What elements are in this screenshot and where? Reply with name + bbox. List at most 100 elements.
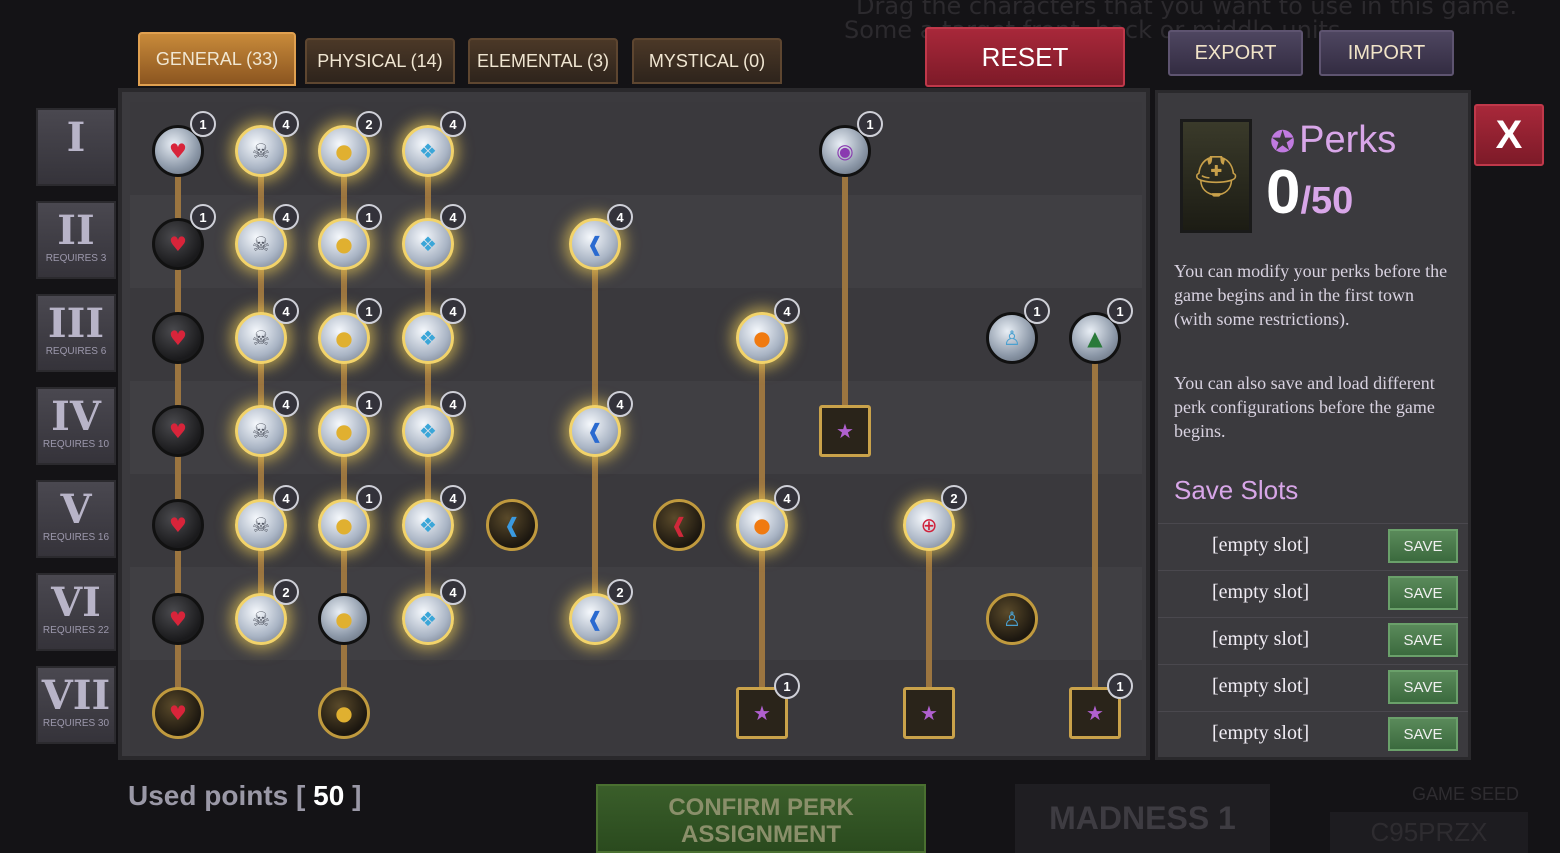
save-slot: [empty slot] SAVE [1158, 711, 1468, 757]
perk-rank-badge: 4 [440, 579, 466, 605]
heart-icon: ♥ [169, 326, 187, 350]
perk-rank-badge: 4 [607, 204, 633, 230]
fire-orb-icon: ● [753, 326, 771, 350]
star-square-icon: ★ [920, 701, 938, 725]
reset-button[interactable]: RESET [925, 27, 1125, 87]
boot-icon: ❰ [586, 419, 604, 443]
game-seed-label: GAME SEED [1412, 784, 1520, 804]
perk-rank-badge: 1 [356, 485, 382, 511]
gold-coins-icon: ● [335, 419, 353, 443]
heart-icon: ♥ [169, 701, 187, 725]
star-square-icon: ★ [1086, 701, 1104, 725]
boot-icon: ❰ [586, 607, 604, 631]
tier-label-1: I [36, 108, 116, 186]
perk-rank-badge: 4 [273, 485, 299, 511]
perk-connector [842, 151, 848, 431]
person-icon: ♙ [1003, 607, 1021, 631]
perk-node-heart[interactable]: ♥ [152, 312, 204, 364]
skull-crossbones-icon: ☠ [252, 419, 270, 443]
perk-node-heart[interactable]: ♥ [152, 499, 204, 551]
save-button[interactable]: SAVE [1388, 623, 1458, 657]
tab-physical[interactable]: PHYSICAL (14) [305, 38, 455, 84]
perks-description-2: You can also save and load different per… [1174, 373, 1435, 441]
skull-crossbones-icon: ☠ [252, 232, 270, 256]
fire-orb-icon: ● [753, 513, 771, 537]
perk-rank-badge: 4 [440, 204, 466, 230]
perk-node-heart[interactable]: ♥ [152, 405, 204, 457]
boot-icon: ❰ [586, 232, 604, 256]
perk-connector [926, 525, 932, 713]
save-button[interactable]: SAVE [1388, 670, 1458, 704]
confirm-perk-assignment-button[interactable]: CONFIRM PERK ASSIGNMENT [596, 784, 926, 853]
eye-icon: ◉ [836, 139, 854, 163]
perk-node-gold-coins[interactable]: ● [318, 687, 370, 739]
gold-coins-icon: ● [335, 701, 353, 725]
perk-rank-badge: 2 [607, 579, 633, 605]
blue-boot-icon: ❰ [503, 513, 521, 537]
heart-icon: ♥ [169, 419, 187, 443]
skull-crossbones-icon: ☠ [252, 513, 270, 537]
gold-coins-icon: ● [335, 326, 353, 350]
gold-coins-icon: ● [335, 513, 353, 537]
skull-crossbones-icon: ☠ [252, 607, 270, 631]
close-button[interactable]: X [1474, 104, 1544, 166]
tab-general[interactable]: GENERAL (33) [138, 32, 296, 86]
perk-rank-badge: 2 [941, 485, 967, 511]
heart-icon: ♥ [169, 513, 187, 537]
perk-connector [1092, 338, 1098, 713]
crystal-icon: ❖ [419, 326, 437, 350]
perk-rank-badge: 4 [607, 391, 633, 417]
tab-elemental[interactable]: ELEMENTAL (3) [468, 38, 618, 84]
knight-portrait: ⛑ [1180, 119, 1252, 233]
gold-coins-icon: ● [335, 607, 353, 631]
save-slot: [empty slot] SAVE [1158, 617, 1468, 663]
save-button[interactable]: SAVE [1388, 529, 1458, 563]
crystal-icon: ❖ [419, 607, 437, 631]
perk-rank-badge: 2 [273, 579, 299, 605]
heart-icon: ♥ [169, 232, 187, 256]
skull-crossbones-icon: ☠ [252, 139, 270, 163]
tab-mystical[interactable]: MYSTICAL (0) [632, 38, 782, 84]
perk-node-red-boot[interactable]: ❰ [653, 499, 705, 551]
perk-node-blue-boot[interactable]: ❰ [486, 499, 538, 551]
perk-node-gold-coins[interactable]: ● [318, 593, 370, 645]
perk-node-person[interactable]: ♙ [986, 593, 1038, 645]
tier-label-7: VII REQUIRES 30 [36, 666, 116, 744]
tier-label-5: V REQUIRES 16 [36, 480, 116, 558]
crystal-icon: ❖ [419, 232, 437, 256]
red-boot-icon: ❰ [670, 513, 688, 537]
perk-node-star-square[interactable]: ★ [819, 405, 871, 457]
perk-rank-badge: 1 [1024, 298, 1050, 324]
save-button[interactable]: SAVE [1388, 717, 1458, 751]
import-button[interactable]: IMPORT [1319, 30, 1454, 76]
gold-coins-icon: ● [335, 139, 353, 163]
madness-level: MADNESS 1 [1015, 784, 1270, 853]
perks-title: ✪ Perks [1270, 119, 1397, 161]
heart-icon: ♥ [169, 607, 187, 631]
perk-rank-badge: 1 [356, 298, 382, 324]
perk-rank-badge: 1 [774, 673, 800, 699]
save-slots-title: Save Slots [1174, 475, 1299, 505]
perk-node-heart[interactable]: ♥ [152, 687, 204, 739]
perk-rank-badge: 4 [273, 298, 299, 324]
perk-rank-badge: 4 [774, 298, 800, 324]
tier-row-band [130, 660, 1142, 753]
crystal-icon: ❖ [419, 139, 437, 163]
save-button[interactable]: SAVE [1388, 576, 1458, 610]
perk-node-heart[interactable]: ♥ [152, 593, 204, 645]
skull-crossbones-icon: ☠ [252, 326, 270, 350]
perk-rank-badge: 1 [1107, 298, 1133, 324]
perk-rank-badge: 1 [190, 111, 216, 137]
crystal-icon: ❖ [419, 513, 437, 537]
tier-label-6: VI REQUIRES 22 [36, 573, 116, 651]
tier-label-4: IV REQUIRES 10 [36, 387, 116, 465]
perk-rank-badge: 1 [857, 111, 883, 137]
perk-node-star-square[interactable]: ★ [903, 687, 955, 739]
perk-rank-badge: 4 [774, 485, 800, 511]
gold-coins-icon: ● [335, 232, 353, 256]
perk-rank-badge: 1 [356, 204, 382, 230]
export-button[interactable]: EXPORT [1168, 30, 1303, 76]
perk-tree-panel: ♥ 1 ☠ 4 ● 2 ❖ 4 ◉ 1 ♥ 1 ☠ 4 ● 1 ❖ 4 ❰ 4 ♥ ☠ 4 ● 1 ❖ 4 ● 4 ♙ 1 ▲ 1 ♥ ☠ 4 ● 1 ❖ 4… [118, 88, 1150, 760]
perk-rank-badge: 4 [273, 204, 299, 230]
used-points: Used points [ 50 ] [128, 780, 362, 811]
